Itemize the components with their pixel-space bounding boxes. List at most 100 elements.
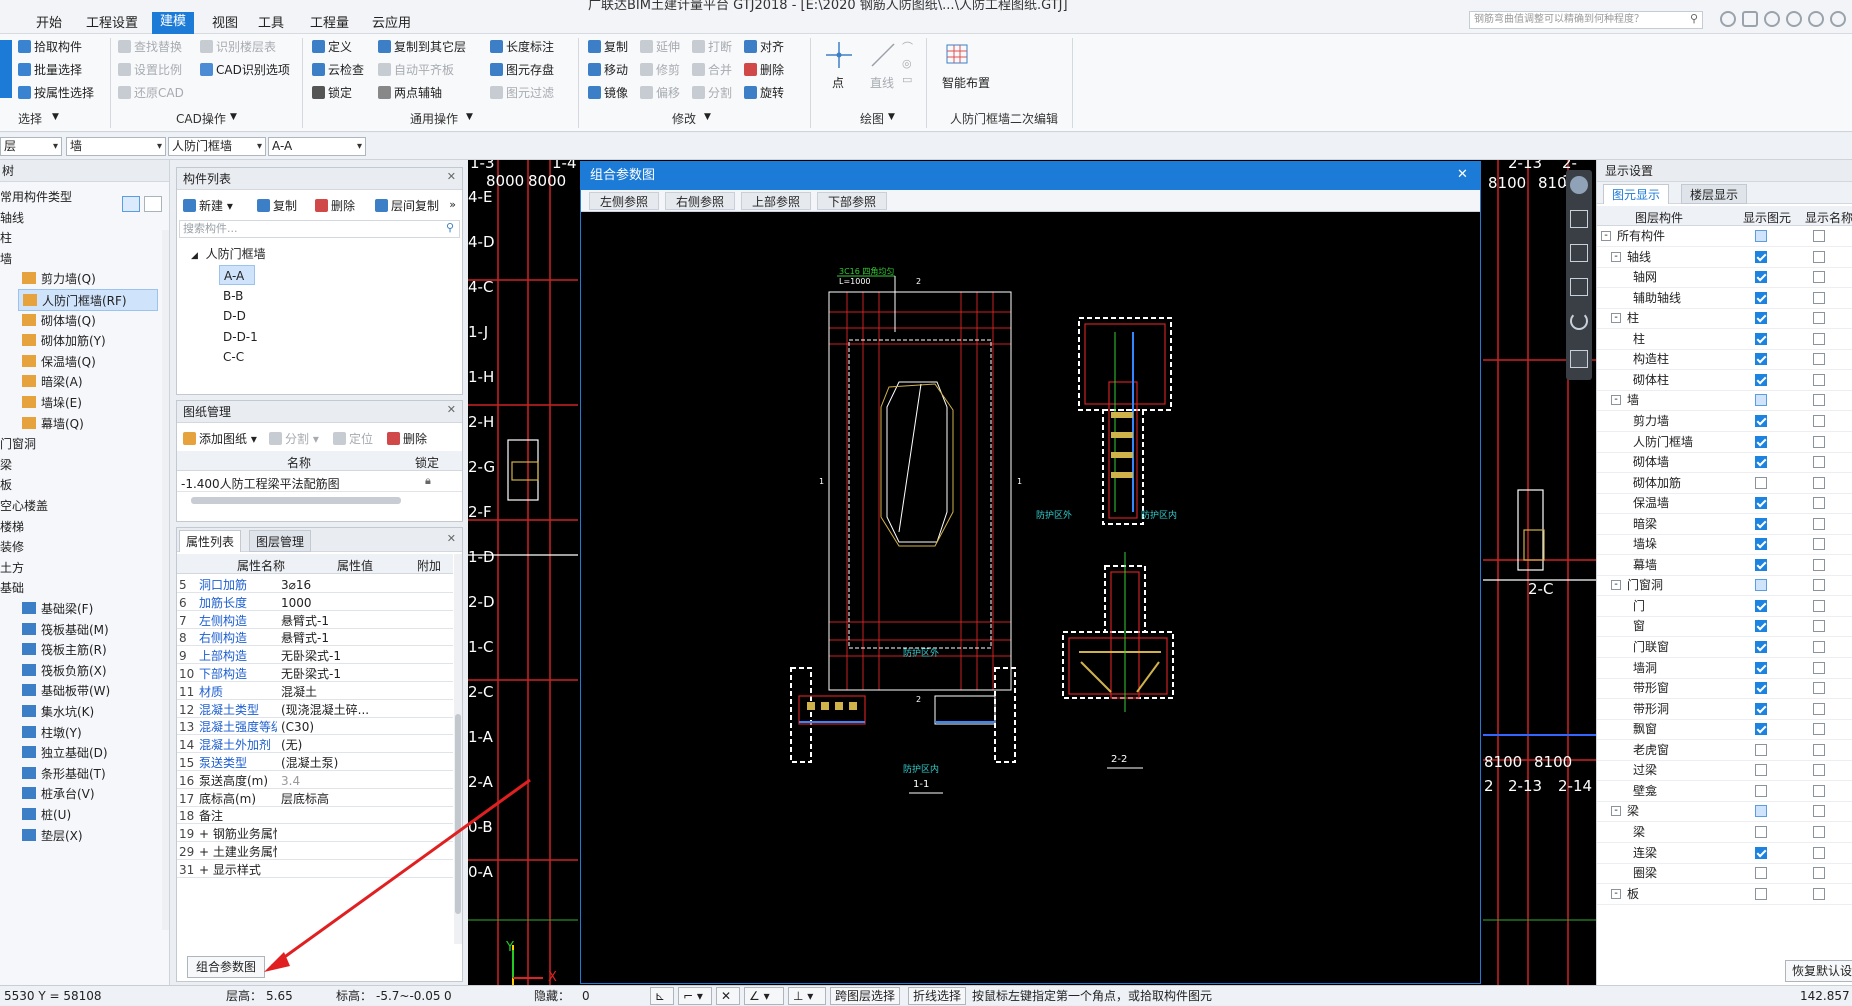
- property-row[interactable]: 9 上部构造 无卧梁式-1: [177, 646, 453, 665]
- horizontal-scrollbar[interactable]: [191, 497, 401, 504]
- chevron-down-icon[interactable]: ▼: [52, 112, 59, 122]
- element-filter-button[interactable]: 图元过滤: [490, 84, 554, 102]
- auto-align-slab-button[interactable]: 自动平齐板: [378, 61, 454, 79]
- rotate-button[interactable]: 旋转: [744, 84, 784, 102]
- property-row[interactable]: 6 加筋长度 1000: [177, 593, 453, 611]
- more-icon[interactable]: [1830, 11, 1846, 27]
- nav-item[interactable]: 基础梁(F): [18, 598, 158, 620]
- property-scrollbar[interactable]: [454, 554, 462, 944]
- nav-item[interactable]: 轴线: [0, 207, 160, 229]
- floor-select[interactable]: 层: [0, 137, 62, 156]
- chevron-down-icon[interactable]: ▼: [704, 112, 711, 122]
- tab-left-reference[interactable]: 左侧参照: [589, 192, 660, 210]
- align-button[interactable]: 对齐: [744, 38, 784, 56]
- tab-top-reference[interactable]: 上部参照: [741, 192, 812, 210]
- nav-item[interactable]: 梁: [0, 454, 160, 476]
- new-component-button[interactable]: 新建 ▾: [183, 196, 233, 216]
- property-row[interactable]: 14 混凝土外加剂 (无): [177, 735, 453, 754]
- split-drawing-button[interactable]: 分割 ▾: [269, 429, 319, 449]
- collapse-toggle-icon[interactable]: -: [1611, 888, 1621, 899]
- collapse-toggle-icon[interactable]: -: [1611, 580, 1621, 591]
- nav-item[interactable]: 集水坑(K): [18, 701, 158, 723]
- chevron-down-icon[interactable]: ▼: [230, 112, 237, 122]
- define-button[interactable]: 定义: [312, 38, 352, 56]
- pick-component-button[interactable]: 拾取构件: [18, 38, 82, 56]
- nav-item[interactable]: 独立基础(D): [18, 742, 158, 764]
- tab-bottom-reference[interactable]: 下部参照: [817, 192, 888, 210]
- nav-item[interactable]: 装修: [0, 536, 160, 558]
- user-icon[interactable]: [1720, 11, 1736, 27]
- nav-item[interactable]: 保温墙(Q): [18, 351, 158, 373]
- arc-tool-icon[interactable]: ⌒ ◎ ▭: [902, 40, 913, 88]
- settings-icon[interactable]: [1808, 11, 1824, 27]
- grid-view-icon[interactable]: [1570, 350, 1588, 368]
- component-search-input[interactable]: 搜索构件...: [179, 220, 460, 238]
- property-row[interactable]: 12 混凝土类型 (现浇混凝土碎...: [177, 700, 453, 718]
- nav-item[interactable]: 条形基础(T): [18, 763, 158, 785]
- angle-toggle-icon[interactable]: ∠ ▾: [744, 987, 784, 1005]
- restore-default-button[interactable]: 恢复默认设: [1785, 960, 1852, 982]
- property-row[interactable]: 16 泵送高度(m) 3.4: [177, 771, 453, 789]
- lock-icon[interactable]: 🔒︎: [425, 474, 431, 488]
- smart-layout-button[interactable]: 智能布置: [942, 74, 990, 92]
- menu-modeling[interactable]: 建模: [152, 12, 195, 34]
- merge-button[interactable]: 合并: [692, 61, 732, 79]
- property-row[interactable]: 19 + 钢筋业务属性: [177, 824, 453, 843]
- offset-button[interactable]: 偏移: [640, 84, 680, 102]
- close-icon[interactable]: ✕: [447, 532, 456, 545]
- batch-select-button[interactable]: 批量选择: [18, 61, 82, 79]
- cross-layer-select-button[interactable]: 跨图层选择: [830, 987, 901, 1005]
- lock-button[interactable]: 锁定: [312, 84, 352, 102]
- cross-toggle-icon[interactable]: ✕: [716, 987, 740, 1005]
- property-row[interactable]: 15 泵送类型 (混凝土泵): [177, 753, 453, 771]
- chevron-down-icon[interactable]: ▼: [466, 112, 473, 122]
- help-search-input[interactable]: 钢筋弯曲值调整可以精确到何种程度？: [1469, 11, 1703, 29]
- mirror-button[interactable]: 镜像: [588, 84, 628, 102]
- delete-button[interactable]: 删除: [744, 61, 784, 79]
- trim-button[interactable]: 修剪: [640, 61, 680, 79]
- nav-item[interactable]: 剪力墙(Q): [18, 268, 158, 290]
- nav-item[interactable]: 暗梁(A): [18, 371, 158, 393]
- nav-item[interactable]: 柱墩(Y): [18, 722, 158, 744]
- property-row[interactable]: 13 混凝土强度等级 (C30): [177, 717, 453, 736]
- close-icon[interactable]: ✕: [447, 403, 456, 416]
- menu-quantity[interactable]: 工程量: [302, 14, 357, 34]
- view-3d-icon[interactable]: [1570, 210, 1588, 228]
- nav-item[interactable]: 柱: [0, 227, 160, 249]
- view-top-icon[interactable]: [1570, 244, 1588, 262]
- snap-toggle-icon[interactable]: ⊾: [650, 987, 674, 1005]
- component-list-item[interactable]: D-D-1: [219, 327, 258, 347]
- split-button[interactable]: 分割: [692, 84, 732, 102]
- nav-item[interactable]: 常用构件类型: [0, 186, 160, 208]
- tab-element-display[interactable]: 图元显示: [1603, 184, 1670, 204]
- nav-item[interactable]: 筏板主筋(R): [18, 639, 158, 661]
- point-tool-label[interactable]: 点: [832, 74, 844, 92]
- tree-group-rf-wall[interactable]: ◢ 人防门框墙: [191, 244, 266, 264]
- property-row[interactable]: 18 备注: [177, 806, 453, 825]
- component-list-item[interactable]: A-A: [219, 265, 255, 285]
- collapse-toggle-icon[interactable]: -: [1611, 251, 1621, 262]
- drawing-row[interactable]: -1.400人防工程梁平法配筋图 🔒︎: [177, 472, 462, 492]
- component-list-item[interactable]: B-B: [219, 286, 255, 306]
- nav-item[interactable]: 桩承台(V): [18, 783, 158, 805]
- nav-item[interactable]: 基础板带(W): [18, 680, 158, 702]
- identify-floor-table-button[interactable]: 识别楼层表: [200, 38, 276, 56]
- nav-item[interactable]: 人防门框墙(RF): [18, 289, 158, 311]
- two-point-axis-button[interactable]: 两点辅轴: [378, 84, 442, 102]
- component-category-select[interactable]: 人防门框墙: [168, 137, 266, 156]
- combo-param-diagram-button[interactable]: 组合参数图: [187, 956, 266, 978]
- tab-property-list[interactable]: 属性列表: [179, 530, 242, 552]
- save-element-button[interactable]: 图元存盘: [490, 61, 554, 79]
- property-row[interactable]: 5 洞口加筋 3⌀16: [177, 575, 453, 593]
- notification-icon[interactable]: [1742, 11, 1758, 27]
- property-row[interactable]: 29 + 土建业务属性: [177, 842, 453, 860]
- collapse-toggle-icon[interactable]: -: [1611, 806, 1621, 817]
- menu-project-settings[interactable]: 工程设置: [78, 14, 146, 34]
- select-by-property-button[interactable]: 按属性选择: [18, 84, 94, 102]
- nav-item[interactable]: 桩(U): [18, 804, 158, 826]
- delete-component-button[interactable]: 删除: [315, 196, 355, 216]
- line-tool-label[interactable]: 直线: [870, 74, 894, 92]
- break-button[interactable]: 打断: [692, 38, 732, 56]
- nav-item[interactable]: 砌体加筋(Y): [18, 330, 158, 352]
- collapse-toggle-icon[interactable]: -: [1611, 395, 1621, 406]
